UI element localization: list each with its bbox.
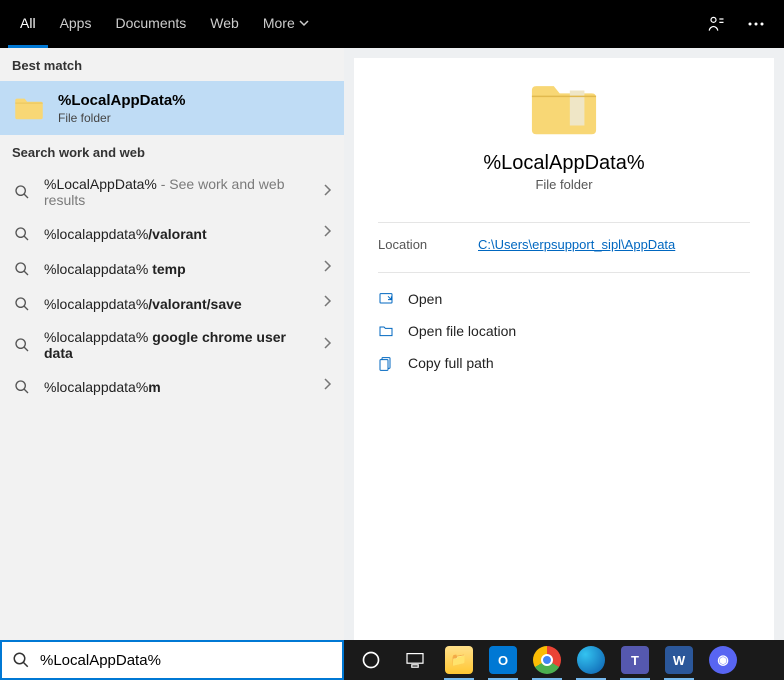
section-search-web: Search work and web [0,135,344,168]
tab-all[interactable]: All [8,0,48,48]
taskbar-chrome[interactable] [526,640,568,680]
search-icon [12,651,30,669]
suggestion-item[interactable]: %localappdata% google chrome user data [0,321,344,369]
action-open[interactable]: Open [378,283,750,315]
results-panel: Best match %LocalAppData% File folder Se… [0,48,344,640]
suggestion-text: %localappdata%/valorant [44,226,310,242]
copy-icon [378,355,394,371]
folder-icon [12,91,46,125]
chevron-down-icon [299,18,309,28]
search-tab-bar: All Apps Documents Web More [0,0,784,48]
suggestion-text: %localappdata% google chrome user data [44,329,310,361]
tab-apps[interactable]: Apps [48,0,104,48]
search-input[interactable] [40,652,332,669]
tab-documents[interactable]: Documents [103,0,198,48]
folder-large-icon [529,78,599,138]
action-copy-path-label: Copy full path [408,355,494,371]
chevron-right-icon [322,336,332,355]
taskbar-edge[interactable] [570,640,612,680]
search-icon [12,261,32,277]
chevron-right-icon [322,259,332,278]
location-label: Location [378,237,478,252]
feedback-icon[interactable] [696,4,736,44]
search-icon [12,226,32,242]
search-icon [12,184,32,200]
action-open-location-label: Open file location [408,323,516,339]
folder-open-icon [378,323,394,339]
suggestion-item[interactable]: %localappdata%/valorant/save [0,286,344,321]
suggestion-text: %LocalAppData% - See work and web result… [44,176,310,208]
search-icon [12,379,32,395]
suggestion-item[interactable]: %localappdata%m [0,369,344,404]
chevron-right-icon [322,183,332,202]
chevron-right-icon [322,294,332,313]
taskbar-outlook[interactable]: O [482,640,524,680]
taskbar: 📁 O T W ◉ [344,640,784,680]
suggestion-text: %localappdata%m [44,379,310,395]
search-box[interactable] [0,640,344,680]
taskbar-task-view[interactable] [394,640,436,680]
location-link[interactable]: C:\Users\erpsupport_sipl\AppData [478,237,675,252]
best-match-title: %LocalAppData% [58,92,186,109]
more-options-icon[interactable] [736,4,776,44]
details-panel: %LocalAppData% File folder Location C:\U… [354,58,774,640]
suggestion-text: %localappdata%/valorant/save [44,296,310,312]
open-icon [378,291,394,307]
taskbar-cortana[interactable] [350,640,392,680]
details-subtitle: File folder [535,177,592,192]
action-copy-path[interactable]: Copy full path [378,347,750,379]
suggestion-item[interactable]: %localappdata%/valorant [0,216,344,251]
taskbar-discord[interactable]: ◉ [702,640,744,680]
suggestion-item[interactable]: %LocalAppData% - See work and web result… [0,168,344,216]
tab-more[interactable]: More [251,0,321,48]
section-best-match: Best match [0,48,344,81]
best-match-item[interactable]: %LocalAppData% File folder [0,81,344,135]
chevron-right-icon [322,224,332,243]
tab-more-label: More [263,15,295,31]
taskbar-word[interactable]: W [658,640,700,680]
tab-web[interactable]: Web [198,0,251,48]
taskbar-teams[interactable]: T [614,640,656,680]
details-title: %LocalAppData% [483,152,644,175]
best-match-subtitle: File folder [58,111,186,125]
search-icon [12,296,32,312]
suggestion-text: %localappdata% temp [44,261,310,277]
action-open-location[interactable]: Open file location [378,315,750,347]
suggestion-item[interactable]: %localappdata% temp [0,251,344,286]
search-icon [12,337,32,353]
taskbar-file-explorer[interactable]: 📁 [438,640,480,680]
action-open-label: Open [408,291,442,307]
chevron-right-icon [322,377,332,396]
